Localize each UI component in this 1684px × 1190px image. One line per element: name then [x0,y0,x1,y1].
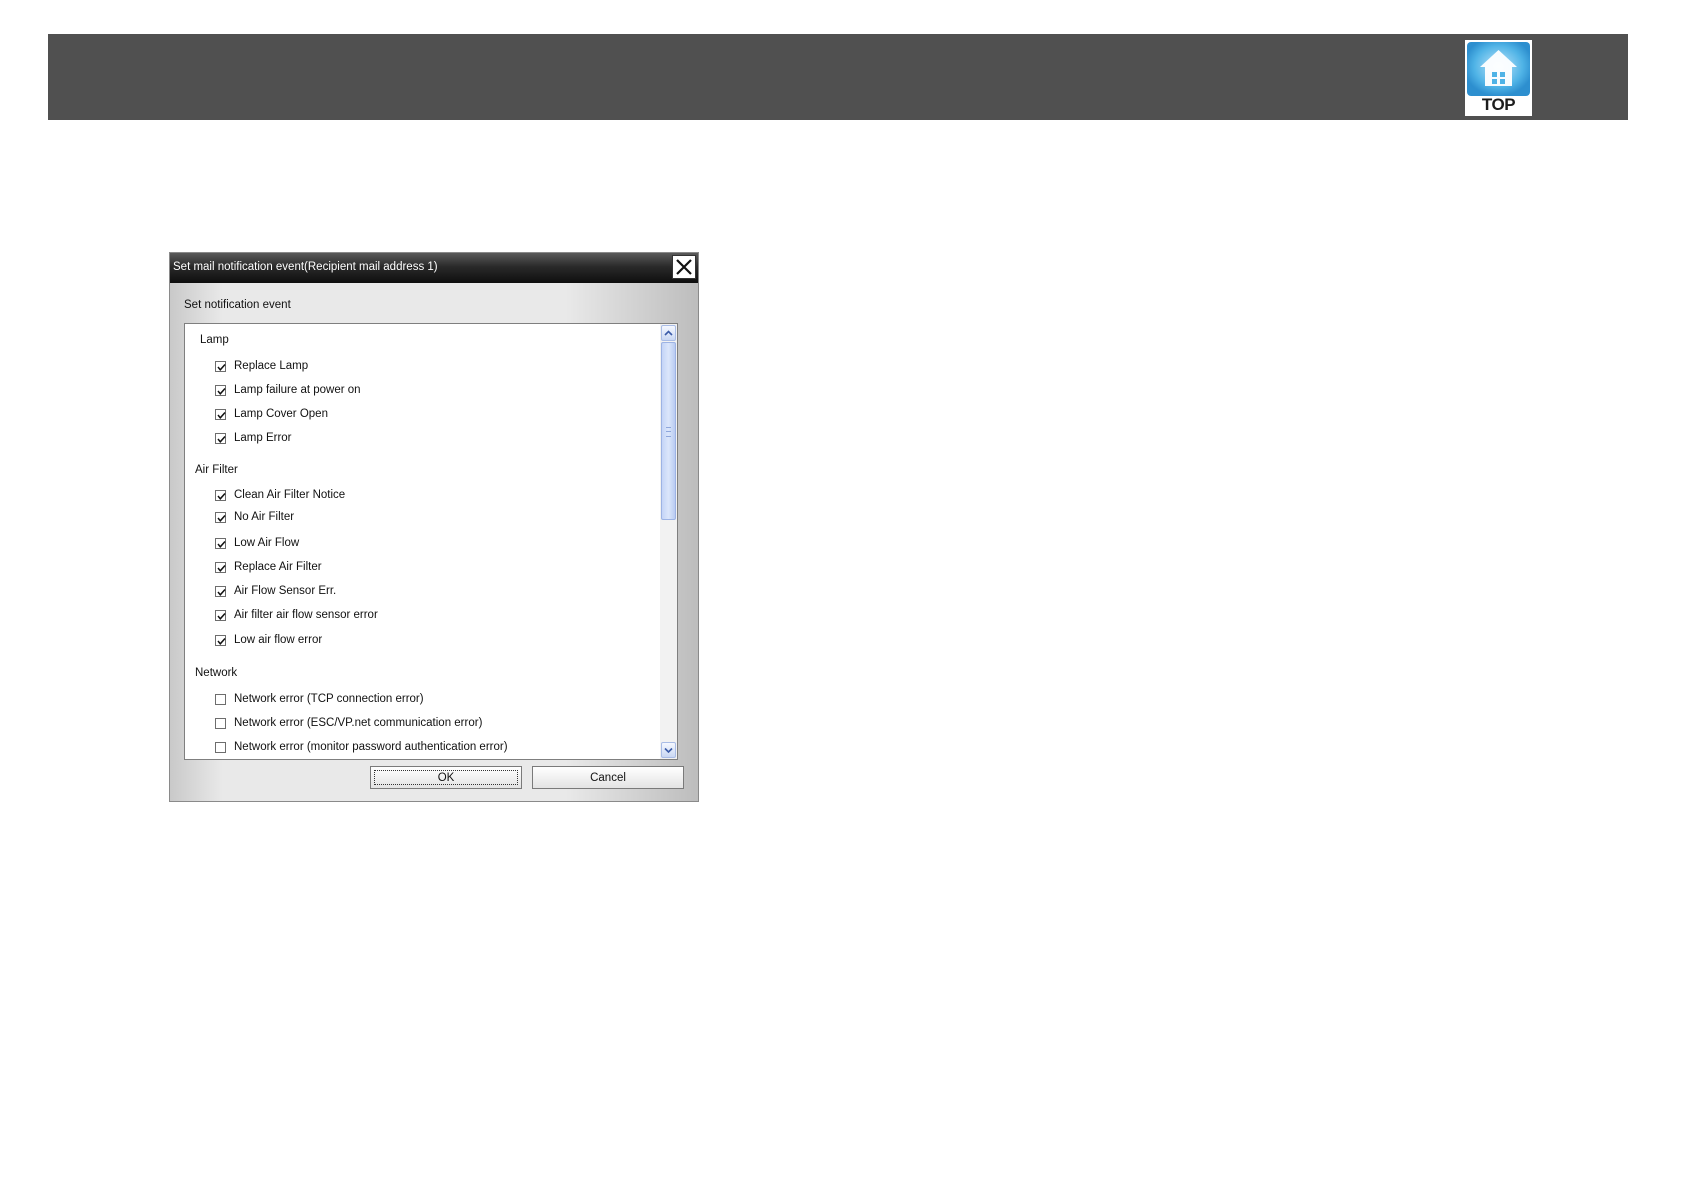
checkbox-unchecked[interactable] [215,741,226,753]
scroll-grip [666,427,671,437]
scroll-down-button[interactable] [661,742,676,758]
checkbox-unchecked[interactable] [215,693,226,705]
event-checkbox-item[interactable]: Lamp failure at power on [215,382,361,398]
event-label: Air Flow Sensor Err. [234,585,337,597]
event-checkbox-item[interactable]: Network error (monitor password authenti… [215,739,508,755]
event-list-content: Lamp Replace Lamp Lamp failure at power on… [185,324,659,759]
scroll-up-button[interactable] [661,325,676,341]
event-label: Replace Air Filter [234,561,322,573]
top-button[interactable]: TOP [1465,40,1532,116]
checkbox-checked[interactable] [215,360,226,372]
checkbox-checked[interactable] [215,408,226,420]
event-checkbox-item[interactable]: Lamp Error [215,430,292,446]
event-label: Replace Lamp [234,360,309,372]
checkbox-checked[interactable] [215,561,226,573]
header-band [48,34,1628,120]
page: TOP Set mail notification event(Recipien… [0,0,1684,1190]
ok-button[interactable]: OK [370,766,522,789]
checkbox-checked[interactable] [215,609,226,621]
event-label: Clean Air Filter Notice [234,489,346,501]
checkmark-icon [217,411,226,419]
event-checkbox-item[interactable]: No Air Filter [215,509,294,525]
dialog-titlebar: Set mail notification event(Recipient ma… [170,253,698,283]
checkmark-icon [217,387,226,395]
event-checkbox-item[interactable]: Network error (TCP connection error) [215,691,424,707]
event-checkbox-item[interactable]: Low air flow error [215,632,322,648]
checkbox-checked[interactable] [215,634,226,646]
event-label: Low air flow error [234,634,323,646]
group-label: Network [195,667,238,679]
checkmark-icon [217,540,226,548]
checkmark-icon [217,514,226,522]
checkbox-unchecked[interactable] [215,717,226,729]
checkmark-icon [217,435,226,443]
dialog-title: Set mail notification event(Recipient ma… [173,261,438,273]
checkbox-checked[interactable] [215,537,226,549]
close-button[interactable] [672,255,696,279]
event-checkbox-item[interactable]: Low Air Flow [215,535,299,551]
checkmark-icon [217,588,226,596]
group-label: Air Filter [195,464,238,476]
notification-event-list[interactable]: Lamp Replace Lamp Lamp failure at power on… [184,323,678,760]
chevron-down-icon [664,747,673,754]
scroll-thumb[interactable] [661,342,676,520]
event-checkbox-item[interactable]: Replace Lamp [215,358,308,374]
checkmark-icon [217,363,226,371]
event-label: Lamp failure at power on [234,384,361,396]
event-checkbox-item[interactable]: Air filter air flow sensor error [215,607,378,623]
event-label: Lamp Error [234,432,292,444]
event-label: Lamp Cover Open [234,408,328,420]
checkbox-checked[interactable] [215,585,226,597]
event-checkbox-item[interactable]: Lamp Cover Open [215,406,328,422]
checkbox-checked[interactable] [215,384,226,396]
event-label: Air filter air flow sensor error [234,609,378,621]
event-checkbox-item[interactable]: Replace Air Filter [215,559,322,575]
event-label: Network error (TCP connection error) [234,693,424,705]
event-label: No Air Filter [234,511,295,523]
event-label: Network error (monitor password authenti… [234,741,508,753]
checkmark-icon [217,492,226,500]
checkbox-checked[interactable] [215,432,226,444]
checkmark-icon [217,637,226,645]
top-button-label: TOP [1481,95,1516,114]
checkmark-icon [217,612,226,620]
section-title: Set notification event [184,299,291,311]
event-label: Low Air Flow [234,537,300,549]
checkbox-checked[interactable] [215,489,226,501]
chevron-up-icon [664,330,673,336]
event-checkbox-item[interactable]: Network error (ESC/VP.net communication … [215,715,482,731]
event-checkbox-item[interactable]: Clean Air Filter Notice [215,487,345,503]
event-checkbox-item[interactable]: Air Flow Sensor Err. [215,583,336,599]
checkmark-icon [217,564,226,572]
vertical-scrollbar[interactable] [660,324,677,759]
cancel-button[interactable]: Cancel [532,766,684,789]
close-icon [676,259,692,275]
event-label: Network error (ESC/VP.net communication … [234,717,483,729]
group-label: Lamp [200,334,229,346]
checkbox-checked[interactable] [215,511,226,523]
mail-notification-dialog: Set mail notification event(Recipient ma… [169,252,699,802]
